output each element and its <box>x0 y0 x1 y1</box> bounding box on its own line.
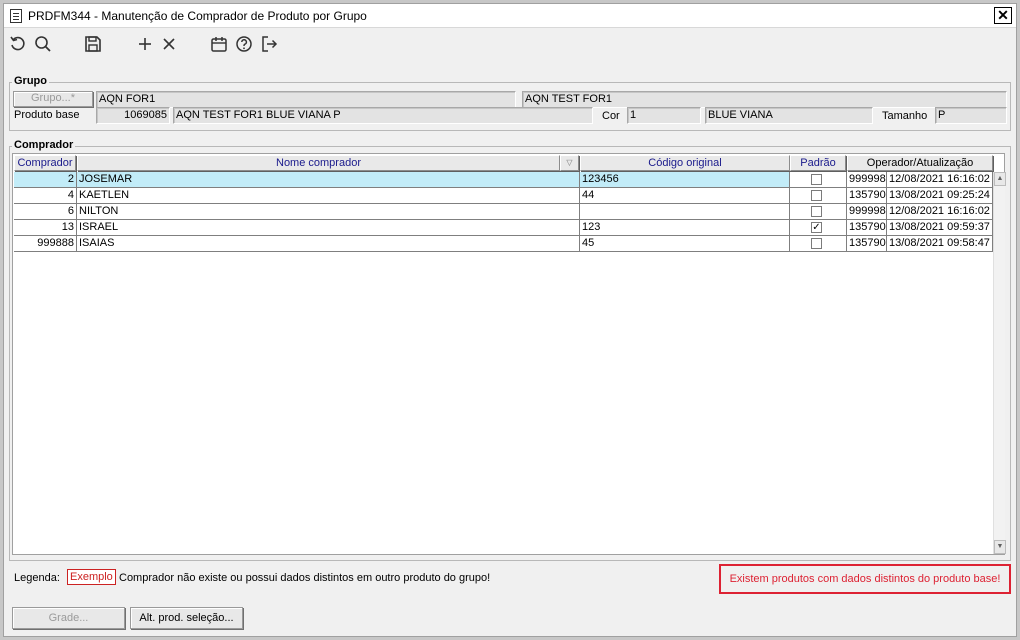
tamanho-label: Tamanho <box>882 110 928 122</box>
cell-comprador[interactable]: 999888 <box>14 236 77 252</box>
vertical-scrollbar[interactable]: ▲ ▼ <box>993 172 1006 554</box>
sort-icon[interactable]: ▽ <box>560 155 579 171</box>
refresh-icon[interactable] <box>8 35 28 55</box>
cell-operador[interactable]: 135790 <box>847 188 887 204</box>
cell-padrao[interactable] <box>790 172 847 188</box>
save-icon[interactable] <box>83 35 103 55</box>
cell-codigo[interactable]: 45 <box>580 236 790 252</box>
cell-nome[interactable]: KAETLEN <box>77 188 580 204</box>
cell-atualizacao[interactable]: 13/08/2021 09:58:47 <box>887 236 993 252</box>
padrao-checkbox[interactable] <box>811 238 822 249</box>
padrao-checkbox[interactable] <box>811 190 822 201</box>
cell-padrao[interactable]: ✓ <box>790 220 847 236</box>
title-bar: PRDFM344 - Manutenção de Comprador de Pr… <box>4 4 1016 28</box>
comprador-divider <box>10 146 1010 147</box>
cell-codigo[interactable]: 123456 <box>580 172 790 188</box>
group-name-field: AQN TEST FOR1 <box>522 91 1007 108</box>
cell-comprador[interactable]: 6 <box>14 204 77 220</box>
cell-atualizacao[interactable]: 12/08/2021 16:16:02 <box>887 204 993 220</box>
cell-atualizacao[interactable]: 12/08/2021 16:16:02 <box>887 172 993 188</box>
add-icon[interactable] <box>135 35 155 55</box>
document-icon <box>10 9 22 23</box>
produto-base-desc-field: AQN TEST FOR1 BLUE VIANA P <box>173 107 593 124</box>
cell-comprador[interactable]: 2 <box>14 172 77 188</box>
cor-label: Cor <box>602 110 620 122</box>
grupo-button[interactable]: Grupo...* <box>13 91 93 107</box>
produto-base-label: Produto base <box>14 109 80 121</box>
cor-code-field: 1 <box>627 107 701 124</box>
cell-comprador[interactable]: 13 <box>14 220 77 236</box>
column-header-comprador[interactable]: Comprador <box>14 155 76 171</box>
cell-codigo[interactable]: 44 <box>580 188 790 204</box>
main-window: PRDFM344 - Manutenção de Comprador de Pr… <box>3 3 1017 637</box>
grade-button[interactable]: Grade... <box>12 607 125 629</box>
cell-padrao[interactable] <box>790 204 847 220</box>
toolbar <box>4 29 1016 61</box>
cell-atualizacao[interactable]: 13/08/2021 09:25:24 <box>887 188 993 204</box>
cell-padrao[interactable] <box>790 188 847 204</box>
warning-message: Existem produtos com dados distintos do … <box>719 564 1011 594</box>
column-header-padrao[interactable]: Padrão <box>790 155 846 171</box>
help-icon[interactable] <box>234 35 254 55</box>
comprador-grid: Comprador Nome comprador ▽ Código origin… <box>12 153 1006 555</box>
column-header-nome[interactable]: Nome comprador <box>77 155 560 171</box>
legenda-sample: Exemplo <box>67 569 116 585</box>
padrao-checkbox[interactable] <box>811 206 822 217</box>
search-icon[interactable] <box>33 35 53 55</box>
cell-operador[interactable]: 999998 <box>847 172 887 188</box>
window-title: PRDFM344 - Manutenção de Comprador de Pr… <box>28 9 367 23</box>
padrao-checkbox[interactable]: ✓ <box>811 222 822 233</box>
grupo-divider <box>10 82 1010 83</box>
exit-icon[interactable] <box>259 35 279 55</box>
cell-codigo[interactable] <box>580 204 790 220</box>
table-row[interactable]: 2 JOSEMAR 123456 999998 12/08/2021 16:16:02 <box>13 172 993 188</box>
legenda-label: Legenda: <box>14 572 60 584</box>
alt-prod-selecao-button[interactable]: Alt. prod. seleção... <box>130 607 243 629</box>
cor-desc-field: BLUE VIANA <box>705 107 873 124</box>
cell-operador[interactable]: 999998 <box>847 204 887 220</box>
column-header-codigo[interactable]: Código original <box>580 155 790 171</box>
table-row[interactable]: 6 NILTON 999998 12/08/2021 16:16:02 <box>13 204 993 220</box>
calendar-icon[interactable] <box>209 35 229 55</box>
table-row[interactable]: 13 ISRAEL 123 ✓ 135790 13/08/2021 09:59:37 <box>13 220 993 236</box>
table-row[interactable]: 4 KAETLEN 44 135790 13/08/2021 09:25:24 <box>13 188 993 204</box>
cell-operador[interactable]: 135790 <box>847 220 887 236</box>
tamanho-field: P <box>935 107 1007 124</box>
cell-atualizacao[interactable]: 13/08/2021 09:59:37 <box>887 220 993 236</box>
group-code-field: AQN FOR1 <box>96 91 516 108</box>
column-header-operador[interactable]: Operador/Atualização <box>847 155 993 171</box>
padrao-checkbox[interactable] <box>811 174 822 185</box>
cell-nome[interactable]: ISAIAS <box>77 236 580 252</box>
delete-icon[interactable] <box>159 35 179 55</box>
legenda-text: Comprador não existe ou possui dados dis… <box>119 572 491 584</box>
cell-nome[interactable]: JOSEMAR <box>77 172 580 188</box>
grupo-section-label: Grupo <box>12 75 49 87</box>
cell-operador[interactable]: 135790 <box>847 236 887 252</box>
close-button[interactable]: ✕ <box>994 7 1012 24</box>
cell-nome[interactable]: NILTON <box>77 204 580 220</box>
scroll-up-icon[interactable]: ▲ <box>994 172 1006 186</box>
scroll-down-icon[interactable]: ▼ <box>994 540 1006 554</box>
table-row[interactable]: 999888 ISAIAS 45 135790 13/08/2021 09:58:47 <box>13 236 993 252</box>
cell-nome[interactable]: ISRAEL <box>77 220 580 236</box>
cell-padrao[interactable] <box>790 236 847 252</box>
produto-base-code-field: 1069085 <box>96 107 170 124</box>
comprador-section-label: Comprador <box>12 139 76 151</box>
cell-comprador[interactable]: 4 <box>14 188 77 204</box>
cell-codigo[interactable]: 123 <box>580 220 790 236</box>
